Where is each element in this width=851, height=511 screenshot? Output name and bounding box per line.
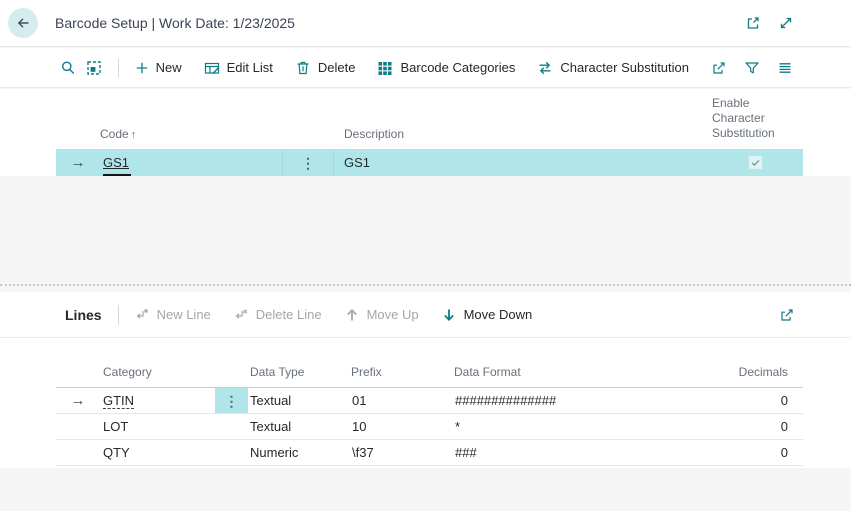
lines-toolbar: Lines New Line Delete Line [0, 292, 851, 338]
category-cell[interactable]: GTIN [103, 393, 134, 409]
command-bar: New Edit List Delete [0, 48, 851, 88]
open-in-new-window-icon[interactable] [745, 15, 761, 31]
move-up-button: Move Up [344, 307, 419, 323]
column-header-prefix[interactable]: Prefix [349, 365, 452, 379]
column-header-data-type[interactable]: Data Type [248, 365, 349, 379]
category-cell[interactable]: QTY [100, 440, 215, 465]
delete-button[interactable]: Delete [295, 60, 356, 76]
share-icon [779, 307, 795, 323]
current-row-arrow-icon: → [71, 392, 86, 409]
new-line-button: New Line [134, 307, 211, 323]
check-icon [750, 157, 761, 168]
lines-part: Lines New Line Delete Line [0, 292, 851, 468]
move-down-button[interactable]: Move Down [441, 307, 533, 323]
new-button[interactable]: New [135, 60, 182, 75]
new-line-icon [134, 307, 150, 323]
barcode-list: Code↑ Description Enable Character Subst… [0, 89, 851, 176]
code-cell-link[interactable]: GS1 [103, 155, 129, 170]
column-header-category[interactable]: Category [100, 365, 215, 379]
page-title: Barcode Setup | Work Date: 1/23/2025 [55, 15, 295, 31]
lines-header-row: Category Data Type Prefix Data Format De… [56, 338, 803, 388]
analyze-button[interactable] [86, 60, 102, 76]
prefix-cell[interactable]: \f37 [349, 440, 452, 465]
decimals-cell[interactable]: 0 [700, 388, 792, 413]
prefix-cell[interactable]: 10 [349, 414, 452, 439]
column-header-decimals[interactable]: Decimals [700, 365, 792, 379]
current-row-arrow-icon: → [71, 154, 86, 171]
lines-part-title: Lines [65, 307, 102, 323]
move-up-icon [344, 307, 360, 323]
search-icon [60, 60, 76, 76]
analyze-icon [86, 60, 102, 76]
back-arrow-icon [15, 15, 31, 31]
decimals-cell[interactable]: 0 [700, 440, 792, 465]
lines-toolbar-divider [118, 305, 119, 325]
column-header-data-format[interactable]: Data Format [452, 365, 700, 379]
grid-icon [377, 60, 393, 76]
menu-icon[interactable] [777, 60, 793, 76]
lines-row-gtin[interactable]: → GTIN ⋮ Textual 01 ############## 0 [56, 388, 803, 414]
data-type-cell[interactable]: Textual [248, 414, 349, 439]
column-header-code[interactable]: Code↑ [100, 127, 282, 141]
delete-line-icon [233, 307, 249, 323]
plus-icon [135, 61, 149, 75]
barcode-list-header-row: Code↑ Description Enable Character Subst… [56, 89, 803, 149]
search-button[interactable] [60, 60, 76, 76]
pane-splitter[interactable] [0, 284, 851, 286]
filter-icon[interactable] [744, 60, 760, 76]
data-type-cell[interactable]: Numeric [248, 440, 349, 465]
decimals-cell[interactable]: 0 [700, 414, 792, 439]
share-icon[interactable] [711, 60, 727, 76]
page-header: Barcode Setup | Work Date: 1/23/2025 [0, 0, 851, 47]
barcode-setup-page: Barcode Setup | Work Date: 1/23/2025 [0, 0, 851, 511]
category-cell[interactable]: LOT [100, 414, 215, 439]
lines-row-qty[interactable]: QTY Numeric \f37 ### 0 [56, 440, 803, 466]
column-header-enable-character-substitution[interactable]: Enable Character Substitution [688, 96, 770, 141]
swap-arrows-icon [537, 60, 553, 76]
data-type-cell[interactable]: Textual [248, 388, 349, 413]
description-cell[interactable]: GS1 [334, 149, 688, 176]
toolbar-divider [118, 58, 119, 78]
cell-focus-indicator [103, 174, 131, 176]
column-header-description[interactable]: Description [334, 127, 688, 141]
lines-row-lot[interactable]: LOT Textual 10 * 0 [56, 414, 803, 440]
enable-character-substitution-checkbox [748, 155, 763, 170]
delete-line-button: Delete Line [233, 307, 322, 323]
back-button[interactable] [8, 8, 38, 38]
barcode-categories-button[interactable]: Barcode Categories [377, 60, 515, 76]
move-down-icon [441, 307, 457, 323]
row-options-ellipsis-icon[interactable]: ⋮ [301, 156, 315, 170]
edit-list-icon [204, 60, 220, 76]
prefix-cell[interactable]: 01 [349, 388, 452, 413]
data-format-cell[interactable]: * [452, 414, 700, 439]
lines-share-button[interactable] [779, 307, 795, 323]
edit-list-button[interactable]: Edit List [204, 60, 273, 76]
row-options-ellipsis-icon[interactable]: ⋮ [225, 394, 239, 408]
character-substitution-button[interactable]: Character Substitution [537, 60, 689, 76]
sort-ascending-icon: ↑ [131, 129, 137, 141]
data-format-cell[interactable]: ############## [452, 388, 700, 413]
barcode-list-selected-row[interactable]: → GS1 ⋮ GS1 [56, 149, 803, 176]
expand-icon[interactable] [778, 15, 794, 31]
data-format-cell[interactable]: ### [452, 440, 700, 465]
trash-icon [295, 60, 311, 76]
